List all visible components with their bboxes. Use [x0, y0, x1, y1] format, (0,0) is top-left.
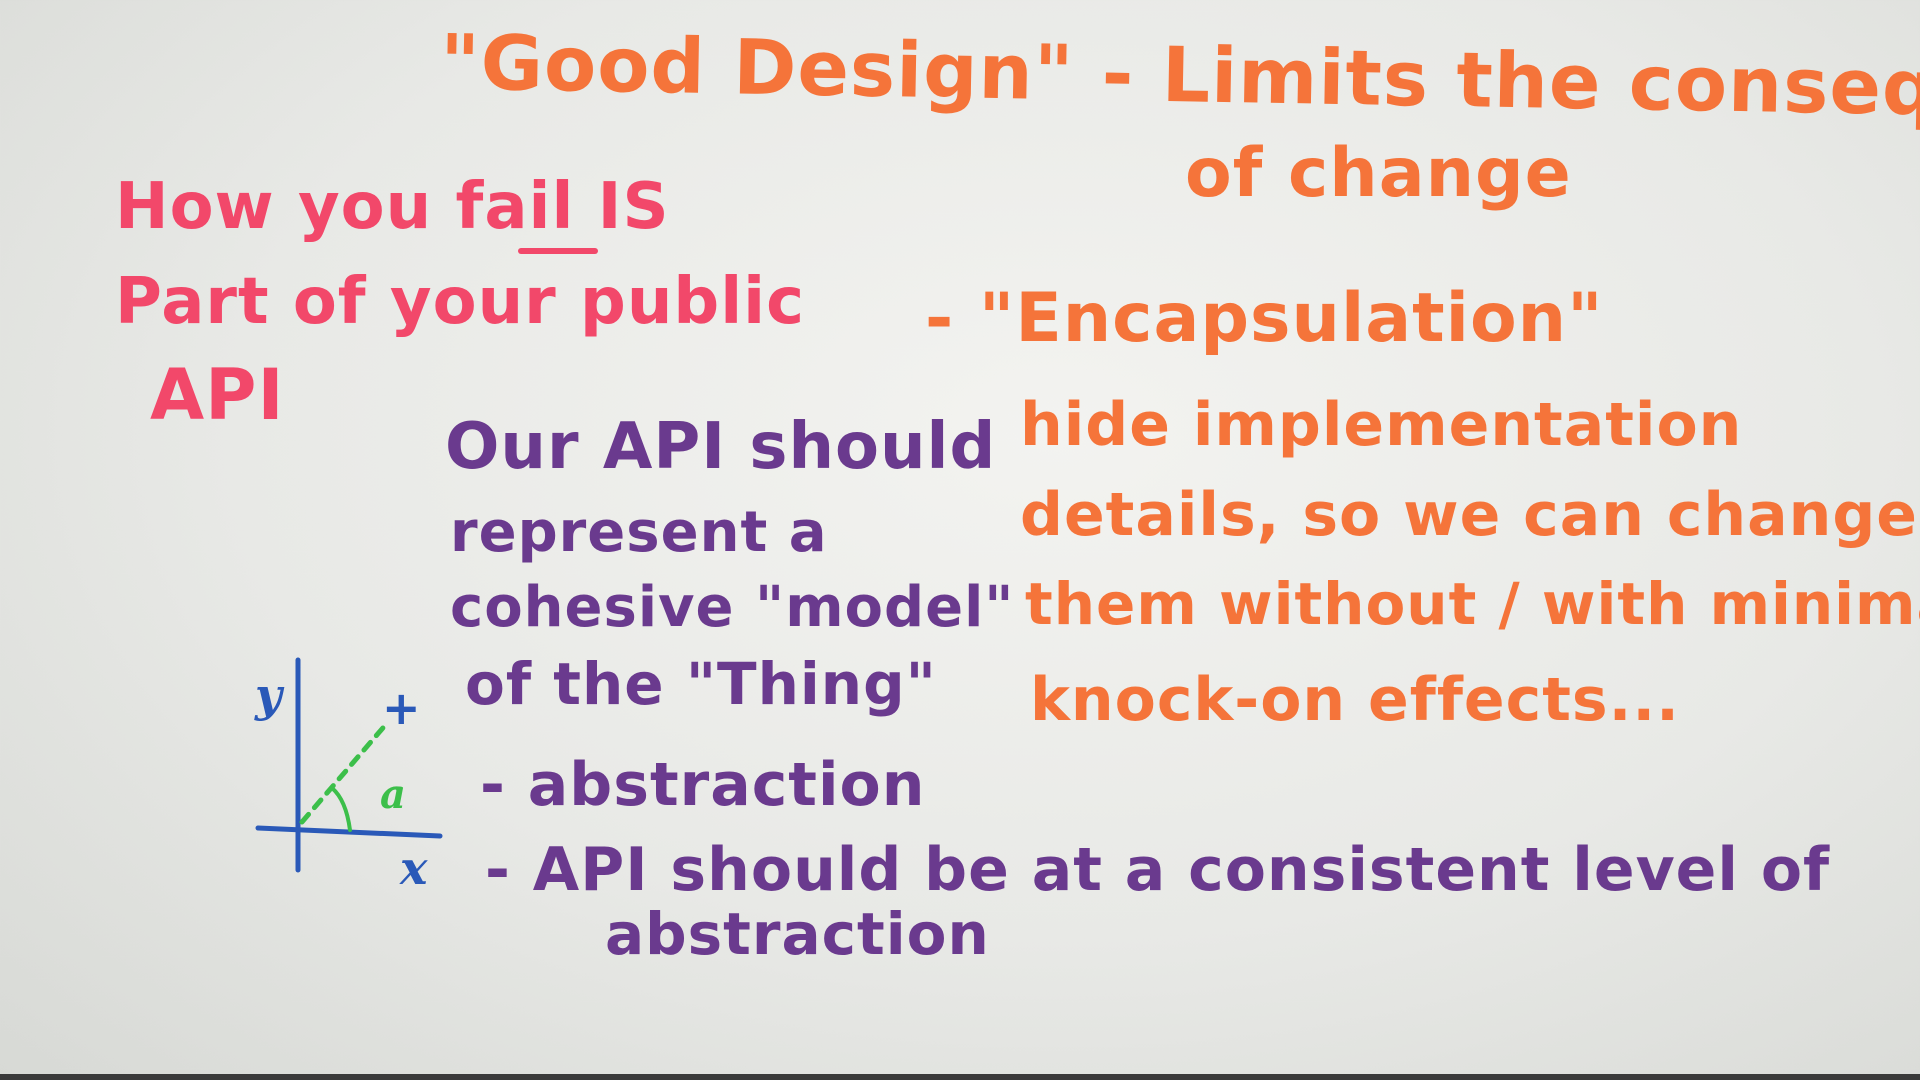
hide-line-4: knock-on effects...	[1030, 665, 1680, 735]
hide-line-1: hide implementation	[1020, 390, 1743, 460]
api-line-4: of the "Thing"	[465, 650, 937, 718]
level-line-2: abstraction	[605, 900, 990, 968]
x-axis-label: x	[400, 841, 428, 895]
api-line-1: Our API should	[445, 410, 997, 484]
fail-line-3: API	[150, 354, 285, 436]
board-frame-bottom	[0, 1074, 1920, 1080]
fail-line-2: Part of your public	[115, 265, 805, 339]
api-line-2: represent a	[450, 500, 828, 565]
abstraction-bullet: - abstraction	[480, 750, 926, 820]
fail-line-1: How you fail IS	[115, 170, 670, 244]
hide-line-2: details, so we can change	[1020, 480, 1918, 550]
y-axis-label: y	[255, 668, 282, 722]
hide-line-3: them without / with minimal	[1025, 570, 1920, 638]
encapsulation-heading: - "Encapsulation"	[925, 279, 1604, 358]
title-good-design: "Good Design" - Limits the consequences	[439, 17, 1920, 138]
angle-arc	[330, 786, 352, 832]
level-line-1: - API should be at a consistent level of	[485, 835, 1831, 905]
whiteboard: "Good Design" - Limits the consequences …	[0, 0, 1920, 1080]
api-line-3: cohesive "model"	[450, 575, 1015, 640]
angle-label: a	[380, 771, 406, 818]
title-of-change: of change	[1185, 134, 1572, 213]
is-underline	[518, 248, 598, 254]
plus-marker: +	[382, 681, 421, 735]
